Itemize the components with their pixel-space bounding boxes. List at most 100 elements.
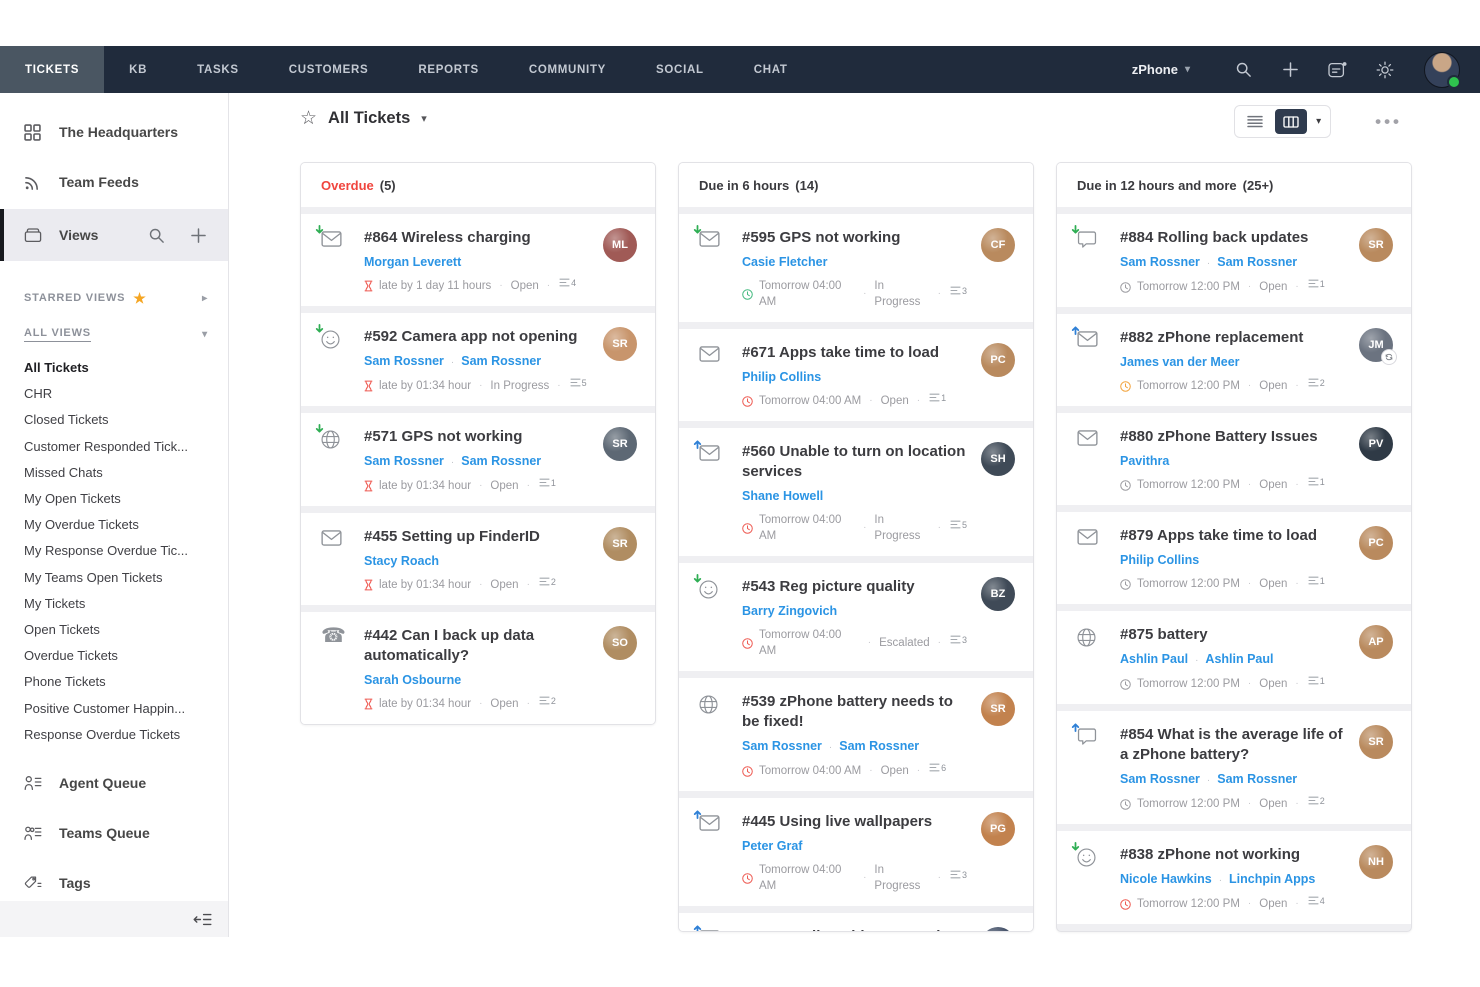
contact-link[interactable]: Sarah Osbourne: [364, 673, 461, 687]
ticket-title[interactable]: #442 Can I back up data automatically?: [364, 626, 588, 666]
contact-link[interactable]: Ashlin Paul: [1120, 652, 1188, 666]
contact-link[interactable]: Shane Howell: [742, 489, 823, 503]
sidebar-view-item[interactable]: Overdue Tickets: [0, 643, 228, 669]
contact-link[interactable]: Casie Fletcher: [742, 255, 827, 269]
ticket-card[interactable]: #854 What is the average life of a zPhon…: [1057, 711, 1411, 824]
view-mode-caret-icon[interactable]: ▾: [1311, 116, 1326, 127]
sidebar-view-item[interactable]: Customer Responded Tick...: [0, 434, 228, 460]
contact-link[interactable]: Sam Rossner: [742, 739, 822, 753]
add-icon[interactable]: [1267, 62, 1314, 77]
contact-link[interactable]: Philip Collins: [742, 370, 821, 384]
gear-icon[interactable]: [1361, 61, 1408, 79]
sidebar-view-item[interactable]: My Response Overdue Tic...: [0, 538, 228, 564]
ticket-title[interactable]: #880 zPhone Battery Issues: [1120, 427, 1344, 447]
contact-link[interactable]: Linchpin Apps: [1229, 872, 1315, 886]
collapse-sidebar-icon[interactable]: [193, 913, 212, 926]
ticket-card[interactable]: #838 zPhone not working Nicole Hawkins·L…: [1057, 831, 1411, 924]
chevron-down-icon[interactable]: ▾: [421, 112, 427, 125]
sidebar-item-teams-queue[interactable]: Teams Queue: [0, 808, 228, 858]
ticket-card[interactable]: #671 Apps take time to load Philip Colli…: [679, 329, 1033, 421]
ticket-title[interactable]: #882 zPhone replacement: [1120, 328, 1344, 348]
contact-link[interactable]: Sam Rossner: [364, 354, 444, 368]
chevron-right-icon[interactable]: ▸: [202, 293, 208, 304]
chevron-down-icon[interactable]: ▾: [202, 329, 208, 340]
ticket-card[interactable]: #884 Rolling back updates Sam Rossner·Sa…: [1057, 214, 1411, 307]
ticket-card[interactable]: #879 Apps take time to load Philip Colli…: [1057, 512, 1411, 604]
page-title[interactable]: All Tickets: [328, 109, 410, 128]
nav-tab-tasks[interactable]: TASKS: [172, 46, 264, 93]
ticket-card[interactable]: #864 Wireless charging Morgan Leverett l…: [301, 214, 655, 306]
contact-link[interactable]: Pavithra: [1120, 454, 1169, 468]
ticket-card[interactable]: ☎ #442 Can I back up data automatically?…: [301, 612, 655, 724]
contact-link[interactable]: Sam Rossner: [1217, 772, 1297, 786]
contact-link[interactable]: Sam Rossner: [461, 354, 541, 368]
nav-tab-reports[interactable]: REPORTS: [393, 46, 504, 93]
sidebar-view-item[interactable]: Open Tickets: [0, 617, 228, 643]
star-outline-icon[interactable]: ☆: [300, 107, 317, 130]
notifications-icon[interactable]: [1314, 61, 1361, 79]
kanban-view-button[interactable]: [1275, 109, 1307, 134]
ticket-title[interactable]: #838 zPhone not working: [1120, 845, 1344, 865]
sidebar-item-team-feeds[interactable]: Team Feeds: [0, 157, 228, 207]
sidebar-view-item[interactable]: My Teams Open Tickets: [0, 565, 228, 591]
ticket-card[interactable]: #539 zPhone battery needs to be fixed! S…: [679, 678, 1033, 791]
starred-views-section[interactable]: STARRED VIEWS★ ▸: [0, 285, 228, 311]
ticket-card[interactable]: #875 battery Ashlin Paul·Ashlin Paul Tom…: [1057, 611, 1411, 704]
ticket-card[interactable]: #880 zPhone Battery Issues Pavithra Tomo…: [1057, 413, 1411, 505]
ticket-title[interactable]: #571 GPS not working: [364, 427, 588, 447]
contact-link[interactable]: Sam Rossner: [1120, 772, 1200, 786]
sidebar-view-item[interactable]: Missed Chats: [0, 460, 228, 486]
list-view-button[interactable]: [1239, 109, 1271, 134]
sidebar-view-item[interactable]: Phone Tickets: [0, 669, 228, 695]
contact-link[interactable]: Sam Rossner: [839, 739, 919, 753]
nav-tab-kb[interactable]: KB: [104, 46, 172, 93]
contact-link[interactable]: Morgan Leverett: [364, 255, 461, 269]
ticket-title[interactable]: #560 Unable to turn on location services: [742, 442, 966, 482]
contact-link[interactable]: Sam Rossner: [364, 454, 444, 468]
ticket-title[interactable]: #539 zPhone battery needs to be fixed!: [742, 692, 966, 732]
contact-link[interactable]: Nicole Hawkins: [1120, 872, 1212, 886]
contact-link[interactable]: James van der Meer: [1120, 355, 1240, 369]
ticket-card[interactable]: #455 Setting up FinderID Stacy Roach lat…: [301, 513, 655, 605]
department-selector[interactable]: zPhone ▾: [1132, 62, 1190, 77]
sidebar-item-views[interactable]: Views: [0, 209, 228, 261]
ticket-card[interactable]: #882 zPhone replacement James van der Me…: [1057, 314, 1411, 406]
ticket-card[interactable]: #592 Camera app not opening Sam Rossner·…: [301, 313, 655, 406]
ticket-card[interactable]: #560 Unable to turn on location services…: [679, 428, 1033, 556]
ticket-title[interactable]: #671 Apps take time to load: [742, 343, 966, 363]
sidebar-view-item[interactable]: Closed Tickets: [0, 407, 228, 433]
user-avatar[interactable]: [1424, 52, 1460, 88]
nav-tab-chat[interactable]: CHAT: [729, 46, 813, 93]
search-icon[interactable]: [1220, 62, 1267, 77]
ticket-card[interactable]: #595 GPS not working Casie Fletcher Tomo…: [679, 214, 1033, 322]
ticket-card[interactable]: #543 Reg picture quality Barry Zingovich…: [679, 563, 1033, 671]
contact-link[interactable]: Philip Collins: [1120, 553, 1199, 567]
contact-link[interactable]: Sam Rossner: [461, 454, 541, 468]
all-views-section[interactable]: ALL VIEWS ▾: [0, 321, 228, 347]
nav-tab-social[interactable]: SOCIAL: [631, 46, 729, 93]
more-options-button[interactable]: •••: [1375, 112, 1402, 132]
ticket-card[interactable]: #571 GPS not working Sam Rossner·Sam Ros…: [301, 413, 655, 506]
ticket-card[interactable]: #445 Using live wallpapers Peter Graf To…: [679, 798, 1033, 906]
nav-tab-customers[interactable]: CUSTOMERS: [264, 46, 394, 93]
contact-link[interactable]: Barry Zingovich: [742, 604, 837, 618]
contact-link[interactable]: Sam Rossner: [1217, 255, 1297, 269]
sidebar-view-item[interactable]: Positive Customer Happin...: [0, 696, 228, 722]
sidebar-view-item[interactable]: Response Overdue Tickets: [0, 722, 228, 748]
sidebar-view-item[interactable]: My Tickets: [0, 591, 228, 617]
ticket-card[interactable]: #452 Sending video to another zPhone Raj…: [679, 913, 1033, 932]
ticket-title[interactable]: #884 Rolling back updates: [1120, 228, 1344, 248]
sidebar-item-agent-queue[interactable]: Agent Queue: [0, 758, 228, 808]
sidebar-item-the-headquarters[interactable]: The Headquarters: [0, 107, 228, 157]
sidebar-view-item[interactable]: My Open Tickets: [0, 486, 228, 512]
contact-link[interactable]: Ashlin Paul: [1205, 652, 1273, 666]
sidebar-view-item[interactable]: All Tickets: [0, 355, 228, 381]
sidebar-view-item[interactable]: CHR: [0, 381, 228, 407]
ticket-title[interactable]: #445 Using live wallpapers: [742, 812, 966, 832]
contact-link[interactable]: Stacy Roach: [364, 554, 439, 568]
ticket-title[interactable]: #595 GPS not working: [742, 228, 966, 248]
ticket-title[interactable]: #879 Apps take time to load: [1120, 526, 1344, 546]
view-search-icon[interactable]: [149, 228, 164, 243]
nav-tab-tickets[interactable]: TICKETS: [0, 46, 104, 93]
sidebar-view-item[interactable]: My Overdue Tickets: [0, 512, 228, 538]
